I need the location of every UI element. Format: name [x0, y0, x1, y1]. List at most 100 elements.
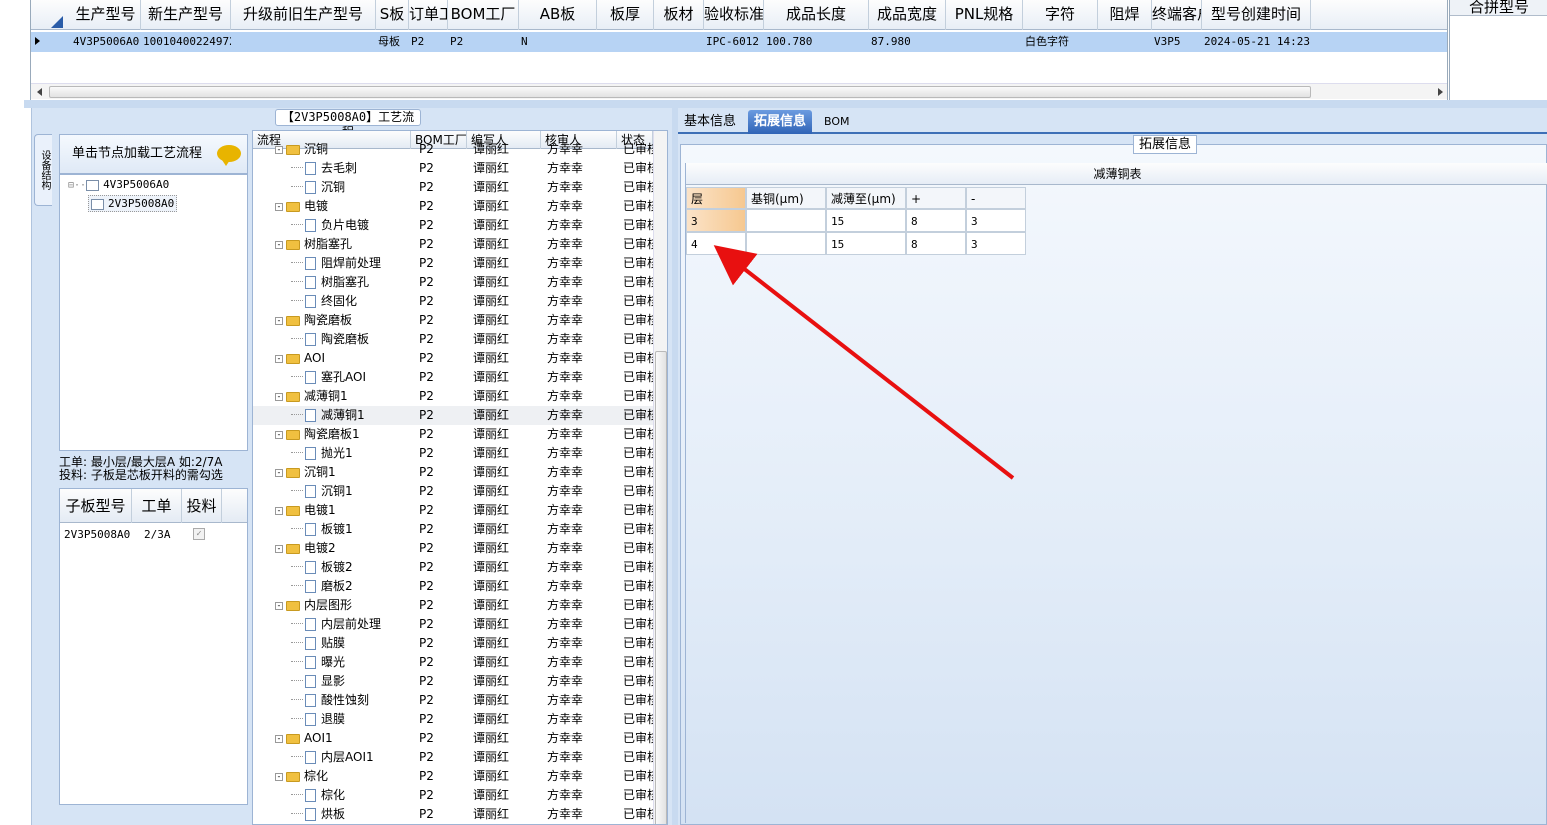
process-row[interactable]: 抛光1 P2 谭丽红 方幸幸 已审核: [253, 444, 653, 463]
tab-extended-info[interactable]: 拓展信息: [748, 110, 813, 134]
tree-collapse-icon[interactable]: -: [275, 468, 283, 477]
col-header[interactable]: AB板: [519, 0, 597, 30]
tree-collapse-icon[interactable]: -: [275, 240, 283, 249]
process-row[interactable]: - 陶瓷磨板1 P2 谭丽红 方幸幸 已审核: [253, 425, 653, 444]
process-row[interactable]: - 沉铜 P2 谭丽红 方幸幸 已审核: [253, 140, 653, 159]
process-row[interactable]: 显影 P2 谭丽红 方幸幸 已审核: [253, 672, 653, 691]
vscroll-thumb[interactable]: [655, 351, 667, 824]
scroll-right-icon[interactable]: [1438, 88, 1443, 96]
process-row[interactable]: 去毛刺 P2 谭丽红 方幸幸 已审核: [253, 159, 653, 178]
col-header[interactable]: 型号创建时间: [1202, 0, 1311, 30]
process-row[interactable]: 酸性蚀刻 P2 谭丽红 方幸幸 已审核: [253, 691, 653, 710]
process-row[interactable]: 烘板 P2 谭丽红 方幸幸 已审核: [253, 805, 653, 824]
thin-cell[interactable]: 15: [826, 209, 906, 232]
col-feed[interactable]: 投料: [182, 489, 222, 523]
thin-cell[interactable]: [746, 232, 826, 255]
thin-cell[interactable]: 4: [686, 232, 746, 255]
process-row[interactable]: 负片电镀 P2 谭丽红 方幸幸 已审核: [253, 216, 653, 235]
col-header[interactable]: 字符: [1023, 0, 1098, 30]
process-row[interactable]: 陶瓷磨板 P2 谭丽红 方幸幸 已审核: [253, 330, 653, 349]
thin-col-header[interactable]: +: [906, 187, 966, 209]
model-grid-hscrollbar[interactable]: [31, 83, 1447, 99]
process-row[interactable]: - 陶瓷磨板 P2 谭丽红 方幸幸 已审核: [253, 311, 653, 330]
thin-cell[interactable]: 3: [686, 209, 746, 232]
col-header[interactable]: 板厚: [597, 0, 654, 30]
tree-collapse-icon[interactable]: -: [275, 734, 283, 743]
process-row[interactable]: - 电镀2 P2 谭丽红 方幸幸 已审核: [253, 539, 653, 558]
process-row[interactable]: 内层AOI1 P2 谭丽红 方幸幸 已审核: [253, 748, 653, 767]
tree-collapse-icon[interactable]: -: [275, 506, 283, 515]
process-row[interactable]: 曝光 P2 谭丽红 方幸幸 已审核: [253, 653, 653, 672]
process-row[interactable]: 退膜 P2 谭丽红 方幸幸 已审核: [253, 710, 653, 729]
col-header[interactable]: 成品长度: [764, 0, 869, 30]
col-header[interactable]: BOM工厂: [448, 0, 519, 30]
col-header[interactable]: 订单工厂: [409, 0, 448, 30]
tab-bom[interactable]: BOM: [818, 110, 856, 134]
thin-cell[interactable]: 8: [906, 209, 966, 232]
process-row[interactable]: 阻焊前处理 P2 谭丽红 方幸幸 已审核: [253, 254, 653, 273]
tree-node-root[interactable]: ⊟·· 4V3P5006A0: [68, 178, 169, 191]
col-header[interactable]: 生产型号: [71, 0, 141, 30]
left-collapse-strip[interactable]: [24, 108, 32, 825]
process-row[interactable]: - 树脂塞孔 P2 谭丽红 方幸幸 已审核: [253, 235, 653, 254]
process-row[interactable]: 贴膜 P2 谭丽红 方幸幸 已审核: [253, 634, 653, 653]
tree-collapse-icon[interactable]: -: [275, 430, 283, 439]
process-row[interactable]: 终固化 P2 谭丽红 方幸幸 已审核: [253, 292, 653, 311]
tree-collapse-icon[interactable]: -: [275, 202, 283, 211]
hscroll-thumb[interactable]: [49, 86, 1311, 98]
thin-cell[interactable]: 15: [826, 232, 906, 255]
col-header[interactable]: PNL规格: [946, 0, 1023, 30]
tree-expand-icon[interactable]: ⊟··: [68, 180, 86, 191]
process-row[interactable]: - 电镀 P2 谭丽红 方幸幸 已审核: [253, 197, 653, 216]
thin-col-header[interactable]: -: [966, 187, 1026, 209]
model-grid[interactable]: 生产型号新生产型号升级前旧生产型号S板订单工厂BOM工厂AB板板厚板材验收标准成…: [30, 0, 1448, 100]
col-header[interactable]: 板材: [654, 0, 704, 30]
process-row[interactable]: - 内层图形 P2 谭丽红 方幸幸 已审核: [253, 596, 653, 615]
sub-board-row[interactable]: 2V3P5008A0 2/3A ✓: [60, 524, 247, 544]
thin-col-header[interactable]: 基铜(μm): [746, 187, 826, 209]
model-grid-row[interactable]: 4V3P5006A0 10010400224972 母板 P2 P2 N IPC-6012 …: [31, 32, 1447, 52]
process-grid[interactable]: 流程 BOM工厂 编写人 核审人 状态 -沉铜P2谭丽红方幸幸已审核去毛刺P2谭…: [252, 130, 668, 825]
thin-cell[interactable]: [746, 209, 826, 232]
process-row[interactable]: 塞孔AOI P2 谭丽红 方幸幸 已审核: [253, 368, 653, 387]
process-row[interactable]: 板镀1 P2 谭丽红 方幸幸 已审核: [253, 520, 653, 539]
process-vscrollbar[interactable]: [653, 131, 667, 824]
process-row[interactable]: - 棕化 P2 谭丽红 方幸幸 已审核: [253, 767, 653, 786]
process-row[interactable]: - AOI P2 谭丽红 方幸幸 已审核: [253, 349, 653, 368]
col-sub-model[interactable]: 子板型号: [60, 489, 132, 523]
col-order[interactable]: 工单: [132, 489, 182, 523]
tree-collapse-icon[interactable]: -: [275, 354, 283, 363]
copper-thinning-table[interactable]: 减薄铜表 层基铜(μm) 减薄至(μm) + -3 15 8 3 4 15 8 3: [685, 163, 1547, 823]
side-tab-structure[interactable]: 设备结构: [34, 134, 52, 206]
process-row[interactable]: 磨板2 P2 谭丽红 方幸幸 已审核: [253, 577, 653, 596]
process-row[interactable]: - AOI1 P2 谭丽红 方幸幸 已审核: [253, 729, 653, 748]
process-row[interactable]: - 电镀1 P2 谭丽红 方幸幸 已审核: [253, 501, 653, 520]
sub-board-grid[interactable]: 子板型号 工单 投料 2V3P5008A0 2/3A ✓: [59, 488, 248, 805]
thin-col-header[interactable]: 减薄至(μm): [826, 187, 906, 209]
tree-collapse-icon[interactable]: -: [275, 145, 283, 154]
col-header[interactable]: 升级前旧生产型号: [231, 0, 376, 30]
tree-node-child[interactable]: 2V3P5008A0: [88, 195, 178, 212]
col-header[interactable]: 成品宽度: [869, 0, 946, 30]
process-row[interactable]: 板镀2 P2 谭丽红 方幸幸 已审核: [253, 558, 653, 577]
process-row[interactable]: 沉铜1 P2 谭丽红 方幸幸 已审核: [253, 482, 653, 501]
col-header[interactable]: 新生产型号: [141, 0, 231, 30]
col-header[interactable]: 终端客户代码: [1152, 0, 1202, 30]
process-row[interactable]: 内层前处理 P2 谭丽红 方幸幸 已审核: [253, 615, 653, 634]
thin-cell[interactable]: 3: [966, 232, 1026, 255]
process-row[interactable]: 树脂塞孔 P2 谭丽红 方幸幸 已审核: [253, 273, 653, 292]
thin-col-header[interactable]: 层: [686, 187, 746, 209]
col-header[interactable]: 验收标准: [704, 0, 764, 30]
scroll-left-icon[interactable]: [37, 88, 42, 96]
process-row[interactable]: 沉铜 P2 谭丽红 方幸幸 已审核: [253, 178, 653, 197]
thin-cell[interactable]: 3: [966, 209, 1026, 232]
process-row[interactable]: 减薄铜1 P2 谭丽红 方幸幸 已审核: [253, 406, 653, 425]
horizontal-splitter[interactable]: [24, 100, 1547, 108]
col-header[interactable]: S板: [376, 0, 409, 30]
col-header[interactable]: 阻焊: [1098, 0, 1152, 30]
thin-cell[interactable]: 8: [906, 232, 966, 255]
select-all-corner[interactable]: [51, 16, 63, 28]
tree-collapse-icon[interactable]: -: [275, 601, 283, 610]
tree-collapse-icon[interactable]: -: [275, 772, 283, 781]
tab-basic-info[interactable]: 基本信息: [678, 110, 742, 134]
